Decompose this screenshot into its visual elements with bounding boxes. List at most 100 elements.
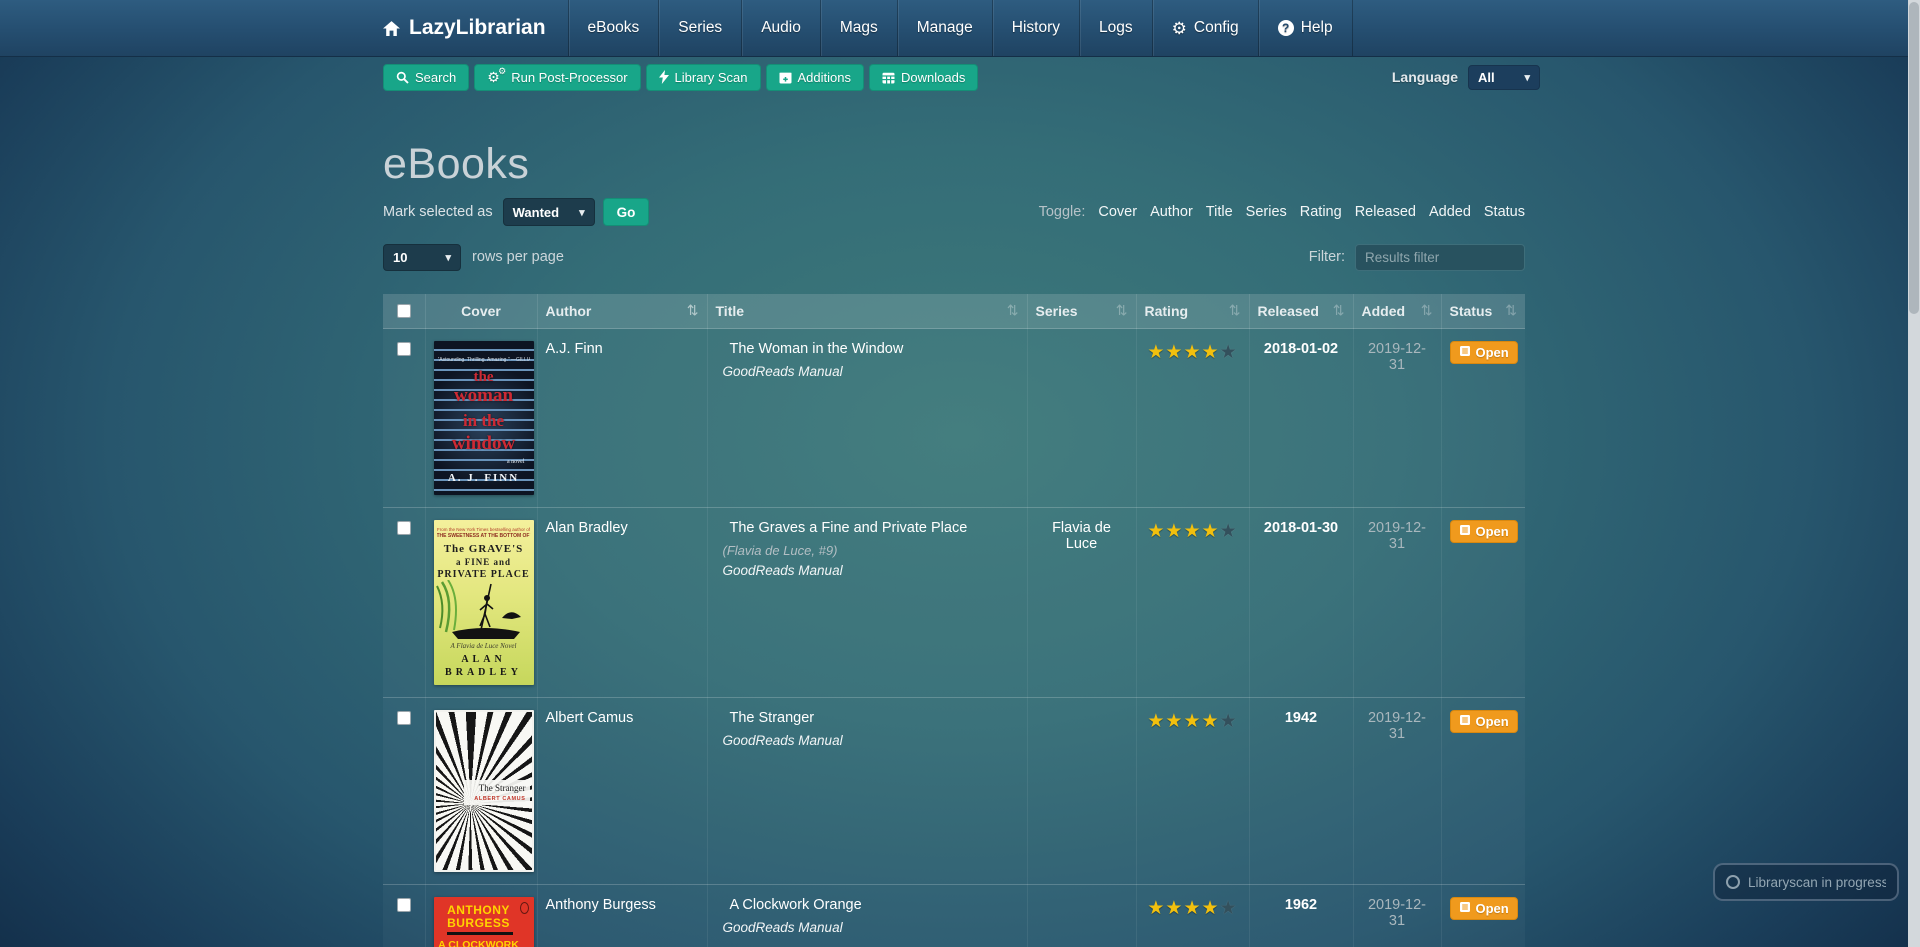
publisher-logo [519,901,529,914]
col-header-series[interactable]: Series ⇅ [1027,294,1137,329]
col-header-rating[interactable]: Rating ⇅ [1136,294,1250,329]
col-header-author[interactable]: Author ⇅ [537,294,708,329]
nav-item-config[interactable]: ⚙ Config [1151,0,1258,56]
vertical-scrollbar[interactable] [1908,0,1920,947]
nav-item-logs[interactable]: Logs [1079,0,1152,56]
cover-tagline: "Astounding. Thrilling. Amazing." —GILLI… [437,356,530,363]
star-empty-icon: ★ [1219,341,1238,363]
star-filled-icon: ★ [1147,710,1166,732]
toggle-released[interactable]: Released [1355,204,1416,220]
col-header-cover[interactable]: Cover [425,294,538,329]
row-checkbox[interactable] [396,341,411,356]
nav-label: History [1011,19,1060,36]
search-button[interactable]: Search [383,63,470,91]
open-button[interactable]: Open [1449,896,1518,920]
cover-divider [446,931,513,935]
col-header-released[interactable]: Released ⇅ [1249,294,1354,329]
cover-tagline: From the New York Times bestselling auth… [436,526,531,532]
language-value: All [1478,69,1495,85]
toggle-cover[interactable]: Cover [1098,204,1137,220]
star-filled-icon: ★ [1165,710,1184,732]
cover-subtitle: a novel [507,458,525,465]
cover-title-line: The GRAVE'S [443,542,524,555]
rows-filter-row: 10 ▾ rows per page Filter: [383,242,1525,272]
toggle-added[interactable]: Added [1429,204,1471,220]
rows-per-page-select[interactable]: 10 ▾ [383,243,461,271]
sort-icon: ⇅ [1505,302,1517,319]
rows-per-page-value: 10 [393,249,408,265]
title-link[interactable]: A Clockwork Orange [730,897,1019,913]
home-icon [383,20,400,36]
star-filled-icon: ★ [1201,710,1220,732]
open-button[interactable]: Open [1449,519,1518,543]
results-filter-input[interactable] [1355,243,1525,271]
mark-status-select[interactable]: Wanted ▾ [502,198,595,226]
author-link[interactable]: Anthony Burgess [546,897,656,913]
author-link[interactable]: Albert Camus [546,710,634,726]
open-button[interactable]: Open [1449,340,1518,364]
star-empty-icon: ★ [1219,897,1238,919]
toggle-rating[interactable]: Rating [1300,204,1342,220]
series-link[interactable]: Flavia de Luce [1052,520,1111,552]
book-cover[interactable]: ANTHONY BURGESS A CLOCKWORK ORANGE [433,896,534,947]
book-cover[interactable]: From the New York Times bestselling auth… [433,519,534,685]
cover-author: BRADLEY [445,666,522,678]
row-checkbox[interactable] [396,520,411,535]
select-all-header[interactable] [383,294,426,329]
title-link[interactable]: The Woman in the Window [730,341,1019,357]
app-brand[interactable]: LazyLibrarian [383,0,568,56]
status-label: Open [1475,900,1509,916]
nav-item-ebooks[interactable]: eBooks [567,0,659,56]
book-cover[interactable]: "Astounding. Thrilling. Amazing." —GILLI… [433,340,534,495]
mark-selected-label: Mark selected as [383,204,493,220]
col-header-title[interactable]: Title ⇅ [707,294,1028,329]
cover-illustration [435,579,521,639]
toggle-status[interactable]: Status [1484,204,1525,220]
author-link[interactable]: Alan Bradley [546,520,628,536]
toggle-title[interactable]: Title [1206,204,1233,220]
library-scan-button[interactable]: Library Scan [645,63,761,91]
nav-item-series[interactable]: Series [658,0,741,56]
cover-author: ANTHONY [447,902,510,917]
nav-item-manage[interactable]: Manage [896,0,992,56]
nav-item-audio[interactable]: Audio [741,0,820,56]
col-header-added[interactable]: Added ⇅ [1353,294,1442,329]
col-header-status[interactable]: Status ⇅ [1441,294,1525,329]
ebooks-table: Cover Author ⇅ Title ⇅ Series ⇅ Rating ⇅ Rel… [383,294,1525,947]
rating-stars: ★★★★★ [1145,897,1241,920]
nav-label: Series [678,19,723,36]
scrollbar-thumb[interactable] [1909,2,1919,314]
row-checkbox[interactable] [396,897,411,912]
language-select[interactable]: All ▾ [1468,64,1540,90]
open-button[interactable]: Open [1449,709,1518,733]
toast-message: Libraryscan in progress ... [1748,874,1886,890]
released-date: 2018-01-02 [1249,328,1354,508]
go-button[interactable]: Go [602,198,650,226]
sort-icon: ⇅ [1228,302,1241,319]
nav-item-mags[interactable]: Mags [819,0,897,56]
book-cover[interactable]: The Stranger ALBERT CAMUS [433,709,534,872]
cover-title-line: PRIVATE PLACE [437,568,530,580]
button-label: Additions [797,69,851,85]
toggle-series[interactable]: Series [1246,204,1287,220]
title-link[interactable]: The Stranger [730,710,1019,726]
nav-item-help[interactable]: ? Help [1257,0,1353,56]
sort-icon: ⇅ [1332,302,1345,319]
nav-label: Audio [761,19,801,36]
nav-item-history[interactable]: History [991,0,1079,56]
sort-icon: ⇅ [1420,302,1433,319]
additions-button[interactable]: Additions [765,63,864,91]
title-link[interactable]: The Graves a Fine and Private Place [730,520,1019,536]
toggle-author[interactable]: Author [1150,204,1193,220]
released-date: 1962 [1249,884,1354,947]
downloads-button[interactable]: Downloads [869,63,979,91]
star-filled-icon: ★ [1201,341,1220,363]
row-checkbox[interactable] [396,710,411,725]
run-post-processor-button[interactable]: ⚙ ⚙ Run Post-Processor [474,63,641,91]
cover-tagline: THE SWEETNESS AT THE BOTTOM OF THE PIE [436,532,531,539]
mark-status-value: Wanted [512,204,560,220]
question-circle-icon: ? [1277,20,1294,36]
select-all-checkbox[interactable] [396,304,411,319]
author-link[interactable]: A.J. Finn [546,341,603,357]
gear-icon: ⚙ [1171,18,1187,38]
